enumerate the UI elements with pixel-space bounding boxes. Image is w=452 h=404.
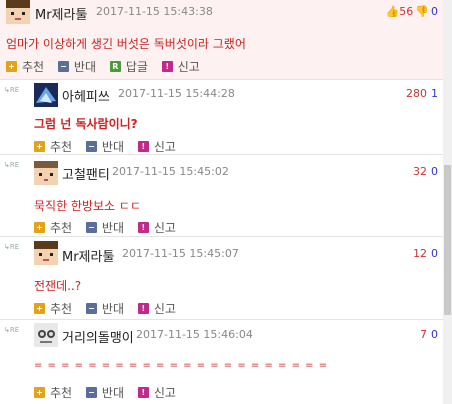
vote-counts: 32 0 xyxy=(413,165,438,178)
comment-body: 그럼 넌 독사람이니? xyxy=(34,117,138,131)
down-count: 0 xyxy=(431,247,438,260)
comment-actions: + 추천 − 반대 ! 신고 xyxy=(34,384,186,401)
up-count: 12 xyxy=(413,247,427,260)
recommend-button[interactable]: + 추천 xyxy=(34,300,72,317)
scrollbar[interactable] xyxy=(443,0,452,404)
oppose-button[interactable]: − 반대 xyxy=(85,300,124,317)
oppose-button[interactable]: − 반대 xyxy=(57,58,96,75)
thumbs-down-icon: 👎 xyxy=(415,5,429,18)
report-icon: ! xyxy=(161,61,173,72)
report-icon: ! xyxy=(137,141,149,152)
oppose-button[interactable]: − 반대 xyxy=(85,384,124,401)
reply-item: ↳RE 거리의돌맹이 2017-11-15 15:46:04 70 = = = … xyxy=(0,320,452,404)
vote-counts: 70 xyxy=(420,328,438,341)
oppose-button[interactable]: − 반대 xyxy=(85,138,124,155)
minus-icon: − xyxy=(85,222,97,233)
recommend-button[interactable]: + 추천 xyxy=(34,384,72,401)
comment-actions: + 추천 − 반대 R 답글 ! 신고 xyxy=(6,58,210,75)
reply-item: ↳RE 아헤피쓰 2017-11-15 15:44:28 280 1 그럼 넌 독… xyxy=(0,80,452,155)
minus-icon: − xyxy=(57,61,69,72)
comment-actions: + 추천 − 반대 ! 신고 xyxy=(34,138,186,155)
oppose-button[interactable]: − 반대 xyxy=(85,219,124,236)
up-count: 32 xyxy=(413,165,427,178)
plus-icon: + xyxy=(34,222,45,233)
down-count: 0 xyxy=(431,5,438,18)
comment-date: 2017-11-15 15:45:07 xyxy=(122,247,239,260)
plus-icon: + xyxy=(6,61,17,72)
comment-actions: + 추천 − 반대 ! 신고 xyxy=(34,300,186,317)
report-icon: ! xyxy=(137,387,149,398)
comment-body: 전잰데..? xyxy=(34,279,82,293)
report-button[interactable]: ! 신고 xyxy=(137,384,176,401)
up-count: 56 xyxy=(399,5,414,18)
author-nickname[interactable]: Mr제라툴 xyxy=(35,4,87,23)
recommend-button[interactable]: + 추천 xyxy=(34,138,72,155)
vote-counts: 12 0 xyxy=(413,247,438,260)
down-count: 1 xyxy=(431,87,438,100)
reply-item: ↳RE 고철팬티 2017-11-15 15:45:02 32 0 묵직한 한방보… xyxy=(0,155,452,237)
recommend-button[interactable]: + 추천 xyxy=(6,58,44,75)
reply-indicator-icon: ↳RE xyxy=(4,326,20,334)
up-count: 280 xyxy=(406,87,427,100)
comment-item: Mr제라툴 2017-11-15 15:43:38 👍56 👎 0 엄마가 이상하게… xyxy=(0,0,452,80)
reply-button[interactable]: R 답글 xyxy=(109,58,148,75)
report-button[interactable]: ! 신고 xyxy=(137,300,176,317)
minus-icon: − xyxy=(85,387,97,398)
avatar[interactable] xyxy=(34,323,58,347)
down-count: 0 xyxy=(431,328,438,341)
author-nickname[interactable]: 아헤피쓰 xyxy=(62,86,110,105)
reply-indicator-icon: ↳RE xyxy=(4,243,20,251)
thumbs-up-icon: 👍 xyxy=(385,5,400,18)
down-count: 0 xyxy=(431,165,438,178)
comment-body: 엄마가 이상하게 생긴 버섯은 독버섯이라 그랬어 xyxy=(6,37,246,51)
comment-body: 묵직한 한방보소 ㄷㄷ xyxy=(34,199,141,213)
up-count: 7 xyxy=(420,328,427,341)
vote-counts: 280 1 xyxy=(406,87,438,100)
reply-indicator-icon: ↳RE xyxy=(4,161,20,169)
author-nickname[interactable]: Mr제라툴 xyxy=(62,246,114,265)
plus-icon: + xyxy=(34,387,45,398)
avatar[interactable] xyxy=(34,83,58,107)
report-icon: ! xyxy=(137,303,149,314)
comment-actions: + 추천 − 반대 ! 신고 xyxy=(34,219,186,236)
plus-icon: + xyxy=(34,141,45,152)
minus-icon: − xyxy=(85,141,97,152)
comment-date: 2017-11-15 15:46:04 xyxy=(136,328,253,341)
reply-item: ↳RE Mr제라툴 2017-11-15 15:45:07 12 0 전잰데..?… xyxy=(0,237,452,320)
scrollbar-thumb[interactable] xyxy=(444,165,451,315)
reply-indicator-icon: ↳RE xyxy=(4,86,20,94)
plus-icon: + xyxy=(34,303,45,314)
vote-counts: 👍56 👎 0 xyxy=(386,5,438,18)
avatar[interactable] xyxy=(6,0,30,24)
author-nickname[interactable]: 거리의돌맹이 xyxy=(62,327,134,346)
comment-date: 2017-11-15 15:43:38 xyxy=(96,5,213,18)
report-button[interactable]: ! 신고 xyxy=(137,138,176,155)
report-button[interactable]: ! 신고 xyxy=(161,58,200,75)
comment-date: 2017-11-15 15:45:02 xyxy=(112,165,229,178)
author-nickname[interactable]: 고철팬티 xyxy=(62,164,110,183)
recommend-button[interactable]: + 추천 xyxy=(34,219,72,236)
comment-date: 2017-11-15 15:44:28 xyxy=(118,87,235,100)
comment-body: = = = = = = = = = = = = = = = = = = = = … xyxy=(34,360,329,371)
avatar[interactable] xyxy=(34,161,58,185)
report-button[interactable]: ! 신고 xyxy=(137,219,176,236)
avatar[interactable] xyxy=(34,241,58,265)
reply-icon: R xyxy=(109,61,121,72)
minus-icon: − xyxy=(85,303,97,314)
report-icon: ! xyxy=(137,222,149,233)
